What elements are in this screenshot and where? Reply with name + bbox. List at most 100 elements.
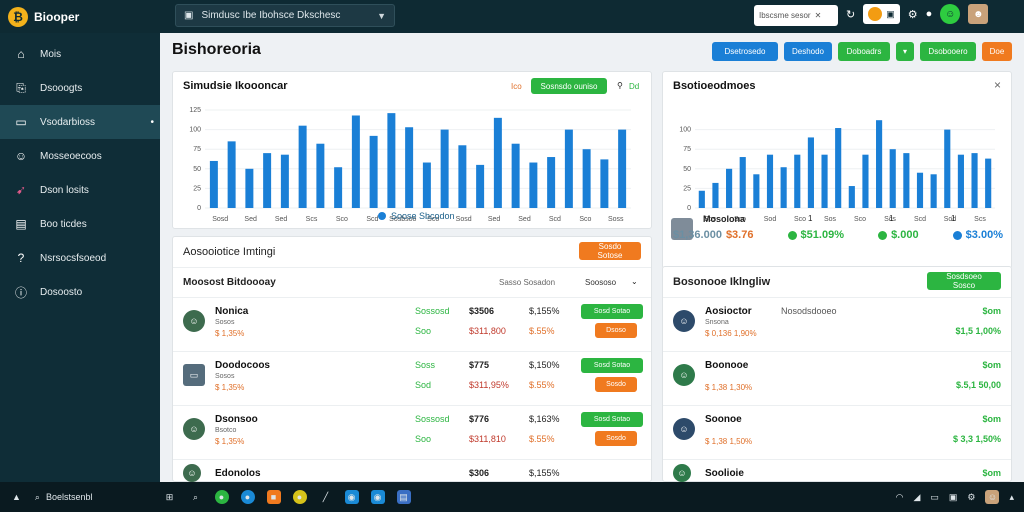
- chart-bar[interactable]: [957, 154, 964, 208]
- chart-bar[interactable]: [618, 129, 627, 208]
- table-row[interactable]: ☺ Nonica Sosos $ 1,35% Sossosd Soo $3506…: [173, 297, 651, 351]
- chart-bar[interactable]: [739, 157, 746, 208]
- chart-bar[interactable]: [582, 149, 591, 208]
- chart-bar[interactable]: [794, 154, 801, 208]
- wallet-pill[interactable]: ▣: [863, 4, 900, 24]
- chart-bar[interactable]: [753, 174, 760, 208]
- chart-bar[interactable]: [280, 154, 289, 208]
- chart-bar[interactable]: [245, 168, 254, 208]
- chart-bar[interactable]: [944, 129, 951, 208]
- chart-bar[interactable]: [600, 159, 609, 208]
- row-secondary-button[interactable]: Sosdo: [595, 377, 637, 392]
- toolbar-left-label[interactable]: Ico: [511, 82, 522, 91]
- table-header-mid[interactable]: Sasso Sosadon: [499, 278, 555, 287]
- volume-icon[interactable]: ◢: [913, 492, 920, 503]
- app-icon-blue[interactable]: ●: [240, 490, 255, 504]
- app-logo[interactable]: ₿ Biooper: [0, 6, 160, 27]
- chart-bar[interactable]: [227, 141, 236, 208]
- chart-bar[interactable]: [547, 157, 556, 208]
- taskbar-search[interactable]: Boelstsenbl: [46, 492, 93, 502]
- sidebar-item-2[interactable]: ▭ Vsodarbioss •: [0, 105, 160, 139]
- chart-bar[interactable]: [835, 128, 842, 208]
- chart-bar[interactable]: [862, 154, 869, 208]
- start-icon[interactable]: ▲: [12, 492, 21, 502]
- chart-bar[interactable]: [726, 168, 733, 208]
- table-row[interactable]: ▭ Doodocoos Sosos $ 1,35% Soss Sod $775 …: [173, 351, 651, 405]
- app-icon-chat[interactable]: ◉: [344, 490, 359, 504]
- chart-bar[interactable]: [698, 190, 705, 208]
- chart-bar[interactable]: [511, 143, 520, 208]
- table-header-right[interactable]: Soososo: [585, 278, 616, 287]
- close-icon[interactable]: ✕: [815, 11, 822, 20]
- sidebar-item-3[interactable]: ☺ Mosseoecoos: [0, 139, 160, 173]
- chart-bar[interactable]: [351, 115, 360, 208]
- close-icon[interactable]: ×: [994, 78, 1001, 92]
- chart-bar[interactable]: [903, 153, 910, 208]
- windows-icon[interactable]: ⊞: [163, 490, 177, 504]
- avatar[interactable]: ☻: [968, 4, 989, 24]
- row-primary-button[interactable]: Sosd Sotao: [581, 304, 643, 319]
- chart-bar[interactable]: [458, 145, 467, 208]
- app-icon-orange[interactable]: ■: [266, 490, 281, 504]
- app-icon-pen[interactable]: ╱: [319, 490, 333, 504]
- app-icon-green[interactable]: ●: [214, 490, 229, 504]
- row-secondary-button[interactable]: Dsoso: [595, 323, 637, 338]
- chart-bar[interactable]: [971, 153, 978, 208]
- chart-bar[interactable]: [405, 127, 414, 208]
- chart-bar[interactable]: [263, 153, 272, 208]
- chart-bar[interactable]: [780, 167, 787, 208]
- sidebar-item-1[interactable]: ⎘ Dsooogts: [0, 71, 160, 105]
- search-input[interactable]: Ibscsme sesor ✕: [754, 5, 838, 26]
- chart-bar[interactable]: [476, 164, 485, 208]
- refresh-icon[interactable]: ↻: [846, 8, 855, 21]
- tray-chevron-icon[interactable]: ▴: [1009, 492, 1014, 503]
- chart-bar[interactable]: [564, 129, 573, 208]
- app-icon-files[interactable]: ▤: [396, 490, 411, 504]
- chart-bar[interactable]: [930, 174, 937, 208]
- table-action-button[interactable]: Sosdo Sotose: [579, 242, 641, 260]
- action-button-3[interactable]: Dsobooero: [920, 42, 976, 61]
- chevron-down-icon[interactable]: ⌄: [631, 277, 638, 286]
- chart-bar[interactable]: [440, 129, 449, 208]
- chart-toolbar-button[interactable]: Sosnsdo ouniso: [531, 78, 607, 94]
- action-button-4[interactable]: Doe: [982, 42, 1012, 61]
- chart-bar[interactable]: [766, 154, 774, 208]
- row-secondary-button[interactable]: Sosdo: [595, 431, 637, 446]
- settings-icon[interactable]: ⚙: [967, 492, 975, 503]
- side-table-button[interactable]: Sosdsoeo Sosco: [927, 272, 1001, 290]
- avatar[interactable]: ☺: [985, 490, 1000, 504]
- action-button-0[interactable]: Dsetrosedo: [712, 42, 778, 61]
- chart-bar[interactable]: [712, 182, 719, 208]
- chart-bar[interactable]: [985, 158, 992, 208]
- chart-bar[interactable]: [916, 172, 924, 208]
- battery-icon[interactable]: ▭: [930, 492, 939, 503]
- sidebar-item-6[interactable]: ? Nsrsocsfsoeod: [0, 241, 160, 275]
- chart-bar[interactable]: [493, 117, 502, 208]
- bell-icon[interactable]: ●: [926, 8, 933, 20]
- chart-bar[interactable]: [848, 186, 855, 208]
- notification-icon[interactable]: ▣: [949, 492, 958, 503]
- chart-bar[interactable]: [876, 120, 883, 208]
- sidebar-item-0[interactable]: ⌂ Mois: [0, 37, 160, 71]
- row-primary-button[interactable]: Sosd Sotao: [581, 412, 643, 427]
- chart-bar[interactable]: [369, 135, 378, 208]
- chart-bar[interactable]: [334, 167, 343, 208]
- chart-bar[interactable]: [298, 125, 307, 208]
- chart-bar[interactable]: [821, 154, 828, 208]
- chart-bar[interactable]: [807, 137, 814, 208]
- chart-bar[interactable]: [387, 113, 396, 208]
- sidebar-item-7[interactable]: ⓘ Dosoosto: [0, 275, 160, 309]
- chart-bar[interactable]: [889, 149, 896, 208]
- dropdown-chevron-icon[interactable]: ▾: [896, 42, 914, 61]
- list-item[interactable]: ☺ Soolioie $om: [663, 459, 1011, 483]
- row-primary-button[interactable]: Sosd Sotao: [581, 358, 643, 373]
- list-item[interactable]: ☺ Soonoe $ 1,38 1,50% $om $ 3,3 1,50%: [663, 405, 1011, 459]
- action-button-1[interactable]: Deshodo: [784, 42, 832, 61]
- table-row[interactable]: ☺ Dsonsoo Bsotco $ 1,35% Sossosd Soo $77…: [173, 405, 651, 459]
- list-item[interactable]: ☺ Aosioctor Nosodsdooeo Snsona $ 0,136 1…: [663, 297, 1011, 351]
- pin-icon[interactable]: ⚲: [617, 81, 623, 90]
- list-item[interactable]: ☺ Boonooe $ 1,38 1,30% $om $.5,1 50,00: [663, 351, 1011, 405]
- search-icon[interactable]: ⌕: [189, 490, 203, 504]
- profile-status-icon[interactable]: ☺: [940, 4, 961, 24]
- app-icon-yellow[interactable]: ●: [292, 490, 307, 504]
